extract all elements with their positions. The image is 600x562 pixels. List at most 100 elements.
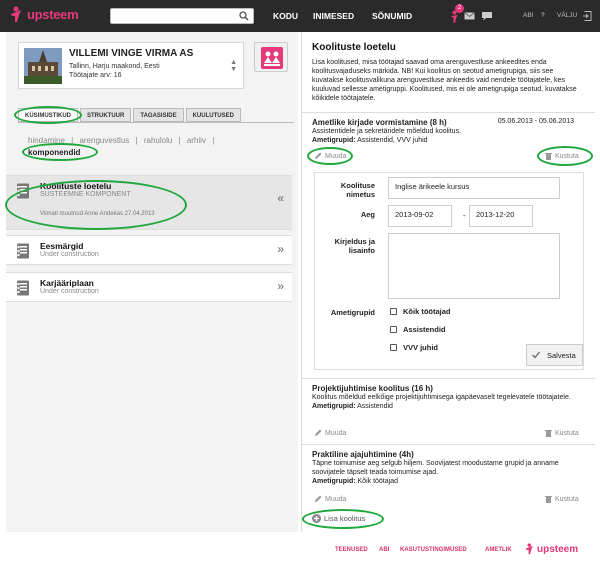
building-image	[24, 48, 62, 84]
sub-navigation: hindamine | arenguvestlus | rahulolu | a…	[28, 136, 218, 157]
nav-kodu[interactable]: KODU	[273, 11, 298, 21]
trash-icon	[545, 153, 552, 160]
search-input[interactable]	[111, 9, 231, 23]
expand-chevron-icon[interactable]: »	[277, 242, 284, 256]
search-icon[interactable]	[239, 11, 249, 21]
logout-link[interactable]: VÄLJU	[557, 12, 577, 19]
divider	[302, 112, 595, 113]
chat-icon[interactable]	[481, 11, 493, 21]
checkbox-assistendid[interactable]: Assistendid	[390, 325, 446, 334]
expand-chevron-icon[interactable]: »	[277, 279, 284, 293]
tab-kuulutused[interactable]: KUULUTUSED	[185, 108, 241, 122]
last-modified-note: Viimati muutnud Anne Andekas 27.04.2013	[40, 211, 155, 217]
save-label: Salvesta	[547, 350, 576, 360]
search-box[interactable]	[110, 8, 254, 24]
edit-button[interactable]: Muuda	[314, 429, 346, 437]
component-row-eesmargid[interactable]: Eesmärgid Under construction »	[6, 235, 292, 265]
subnav-separator: |	[71, 136, 74, 145]
groups-label: Ametigrupid:	[312, 137, 356, 144]
course-name-input[interactable]: Inglise ärikeele kursus	[388, 177, 560, 199]
footer-link-ametlik[interactable]: AMETLIK	[485, 547, 512, 553]
help-link-abi[interactable]: ABI	[523, 12, 533, 19]
tab-divider	[18, 122, 294, 123]
edit-button[interactable]: Muuda	[314, 152, 346, 160]
subnav-hindamine[interactable]: hindamine	[28, 136, 65, 145]
tab-struktuur[interactable]: STRUKTUUR	[80, 108, 132, 122]
nav-inimesed[interactable]: INIMESED	[313, 11, 354, 21]
end-date-input[interactable]: 2013-12-20	[469, 205, 533, 227]
mail-icon[interactable]	[464, 12, 475, 20]
checkbox-label: VVV juhid	[403, 343, 439, 352]
section-intro: Lisa koolitused, misa töötajad saavad om…	[312, 59, 577, 102]
tab-tagasiside[interactable]: TAGASISIDE	[133, 108, 184, 122]
course-edit-form: Koolituse nimetus Inglise ärikeele kursu…	[314, 172, 584, 370]
people-group-icon	[261, 47, 283, 69]
checkbox-box[interactable]	[390, 326, 397, 333]
divider	[302, 378, 595, 379]
trash-icon	[545, 496, 552, 503]
company-card[interactable]: VILLEMI VINGE VIRMA AS Tallinn, Harju ma…	[18, 42, 244, 89]
component-subtitle: Under construction	[40, 251, 99, 258]
add-course-label: Lisa koolitus	[324, 514, 366, 523]
logo-text: upsteem	[27, 7, 79, 22]
footer-link-teenused[interactable]: TEENUSED	[335, 547, 368, 553]
add-course-button[interactable]: Lisa koolitus	[312, 514, 365, 523]
course-item: Projektijuhtimise koolitus (16 h) Koolit…	[312, 384, 584, 411]
checkbox-koik-tootajad[interactable]: Kõik töötajad	[390, 307, 451, 316]
delete-button[interactable]: Kustuta	[545, 495, 579, 503]
course-item: Praktiline ajajuhtimine (4h) Täpne toimu…	[312, 450, 584, 486]
divider	[302, 444, 595, 445]
course-description: Koolitus mõeldud eelkõige projektijuhtim…	[312, 394, 571, 401]
course-title: Praktiline ajajuhtimine (4h)	[312, 450, 414, 459]
tab-bar: KÜSIMUSTIKUD STRUKTUUR TAGASISIDE KUULUT…	[18, 108, 243, 122]
component-title: Eesmärgid	[40, 241, 84, 251]
nav-sonumid[interactable]: SÕNUMID	[372, 11, 412, 21]
delete-button[interactable]: Kustuta	[545, 429, 579, 437]
footer-link-kasutustingimused[interactable]: KASUTUSTINGIMUSED	[400, 547, 467, 553]
edit-label: Muuda	[325, 152, 347, 160]
description-textarea[interactable]	[388, 233, 560, 299]
checkbox-vvv-juhid[interactable]: VVV juhid	[390, 343, 438, 352]
org-structure-button[interactable]	[254, 42, 288, 72]
footer-logo[interactable]: upsteem	[525, 543, 578, 555]
collapse-chevron-icon[interactable]: «	[277, 191, 284, 205]
course-groups: Assistendid	[357, 403, 393, 410]
checkbox-box[interactable]	[390, 344, 397, 351]
delete-button[interactable]: Kustuta	[545, 152, 579, 160]
notification-badge[interactable]: 2	[455, 4, 464, 13]
checkbox-label: Kõik töötajad	[403, 307, 451, 316]
name-label: Koolituse nimetus	[340, 181, 375, 199]
section-title: Koolituste loetelu	[312, 42, 396, 53]
course-item: Ametlike kirjade vormistamine (8 h) 05.0…	[312, 118, 584, 168]
course-description: Assistentidele ja sekretäridele mõeldud …	[312, 128, 462, 135]
subnav-separator: |	[212, 136, 215, 145]
course-groups: Kõik töötajad	[357, 478, 398, 485]
groups-label: Ametigrupid:	[312, 478, 356, 485]
edit-button[interactable]: Muuda	[314, 495, 346, 503]
company-switch-arrows-icon[interactable]: ▲ ▼	[230, 59, 237, 73]
document-icon	[17, 243, 29, 259]
start-date-input[interactable]: 2013-09-02	[388, 205, 452, 227]
component-title: Karjääriplaan	[40, 278, 94, 288]
component-row-koolitused[interactable]: Koolituste loetelu SÜSTEEMNE KOMPONENT V…	[6, 175, 292, 230]
company-photo	[24, 48, 62, 84]
checkbox-box[interactable]	[390, 308, 397, 315]
save-button[interactable]: Salvesta	[526, 344, 583, 366]
groups-form-label: Ametigrupid	[330, 308, 375, 317]
pencil-icon	[315, 152, 322, 159]
logout-icon[interactable]	[582, 11, 592, 21]
footer-link-abi[interactable]: ABI	[379, 547, 389, 553]
logo-figure-icon	[11, 6, 21, 22]
component-title: Koolituste loetelu	[40, 181, 112, 191]
document-icon	[17, 280, 29, 296]
help-question-link[interactable]: ?	[541, 12, 545, 19]
subnav-rahulolu[interactable]: rahulolu	[144, 136, 172, 145]
tab-kusimustikud[interactable]: KÜSIMUSTIKUD	[18, 108, 78, 122]
subnav-arhiiv[interactable]: arhiiv	[187, 136, 206, 145]
subnav-arenguvestlus[interactable]: arenguvestlus	[79, 136, 129, 145]
logo[interactable]: upsteem	[10, 6, 79, 23]
component-row-karjaariplaan[interactable]: Karjääriplaan Under construction »	[6, 272, 292, 302]
checkmark-icon	[532, 351, 540, 359]
description-label: Kirjeldus ja lisainfo	[334, 237, 375, 255]
subnav-komponendid[interactable]: komponendid	[28, 148, 80, 157]
